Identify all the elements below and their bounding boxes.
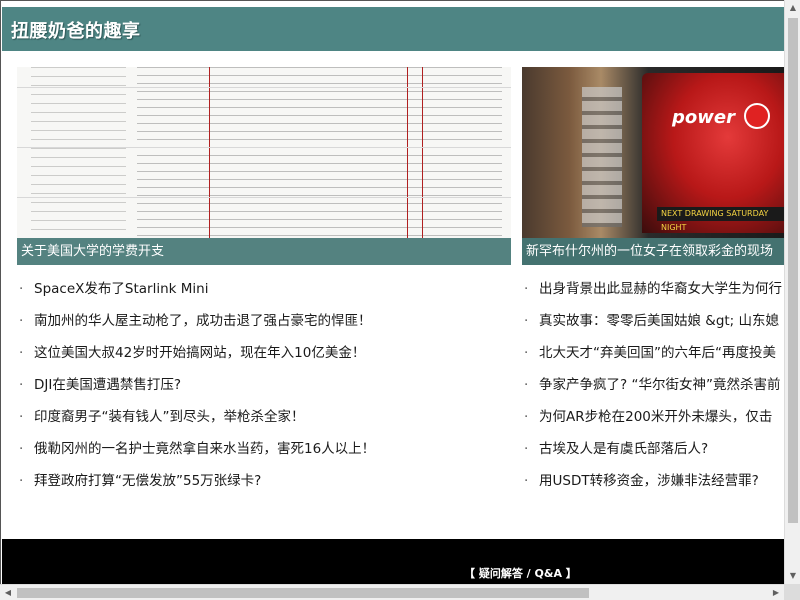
article-link[interactable]: 俄勒冈州的一名护士竟然拿自来水当药，害死16人以上！ <box>34 441 375 457</box>
bullet-icon: · <box>524 377 529 393</box>
site-header: 扭腰奶爸的趣享 <box>2 7 784 51</box>
bullet-icon: · <box>19 313 24 329</box>
list-item[interactable]: · 出身背景出此显赫的华裔女大学生为何行 <box>524 278 784 310</box>
bullet-icon: · <box>524 345 529 361</box>
faq-link[interactable]: 【 疑问解答 / Q&A 】 <box>464 565 577 581</box>
tuition-table-image <box>17 67 511 238</box>
featured-card-tuition[interactable]: 关于美国大学的学费开支 <box>17 67 511 265</box>
article-link[interactable]: SpaceX发布了Starlink Mini <box>34 281 208 297</box>
article-link[interactable]: 古埃及人是有虞氏部落后人? <box>539 441 708 457</box>
lottery-photo: power NEXT DRAWING SATURDAY NIGHT <box>522 67 784 238</box>
scroll-left-icon[interactable]: ◀ <box>0 585 16 600</box>
bullet-icon: · <box>524 281 529 297</box>
list-item[interactable]: · 南加州的华人屋主动枪了，成功击退了强占豪宅的悍匪！ <box>19 310 509 342</box>
article-link[interactable]: 出身背景出此显赫的华裔女大学生为何行 <box>539 281 782 297</box>
bullet-icon: · <box>19 441 24 457</box>
scroll-right-icon[interactable]: ▶ <box>768 585 784 600</box>
vertical-scroll-thumb[interactable] <box>788 18 798 523</box>
bullet-icon: · <box>19 377 24 393</box>
scroll-up-icon[interactable]: ▲ <box>785 0 800 16</box>
horizontal-scrollbar[interactable]: ◀ ▶ <box>0 584 784 600</box>
browser-viewport: 扭腰奶爸的趣享 关于美国大学的学费开支 power NEXT DRAWING S… <box>0 0 784 584</box>
bullet-icon: · <box>524 409 529 425</box>
drawing-banner-text: NEXT DRAWING SATURDAY NIGHT <box>657 207 784 232</box>
list-item[interactable]: · 北大天才“弃美回国”的六年后“再度投美 <box>524 342 784 374</box>
scrollbar-corner <box>784 584 800 600</box>
list-item[interactable]: · 拜登政府打算“无偿发放”55万张绿卡? <box>19 470 509 502</box>
powerball-ball-icon <box>744 103 770 129</box>
list-item[interactable]: · 为何AR步枪在200米开外未爆头，仅击 <box>524 406 784 438</box>
bullet-icon: · <box>19 473 24 489</box>
article-list-left: · SpaceX发布了Starlink Mini · 南加州的华人屋主动枪了，成功击… <box>19 278 509 502</box>
bullet-icon: · <box>524 313 529 329</box>
article-link[interactable]: 印度裔男子“装有钱人”到尽头，举枪杀全家！ <box>34 409 305 425</box>
vertical-scrollbar[interactable]: ▲ ▼ <box>784 0 800 584</box>
site-footer: 【 疑问解答 / Q&A 】 <box>2 539 784 584</box>
article-link[interactable]: 拜登政府打算“无偿发放”55万张绿卡? <box>34 473 261 489</box>
bullet-icon: · <box>19 281 24 297</box>
article-link[interactable]: 用USDT转移资金，涉嫌非法经营罪? <box>539 473 759 489</box>
list-item[interactable]: · 用USDT转移资金，涉嫌非法经营罪? <box>524 470 784 502</box>
list-item[interactable]: · 争家产争疯了? “华尔街女神”竟然杀害前 <box>524 374 784 406</box>
scroll-down-icon[interactable]: ▼ <box>785 568 800 584</box>
powerball-logo-text: power <box>672 107 735 128</box>
list-item[interactable]: · 古埃及人是有虞氏部落后人? <box>524 438 784 470</box>
featured-caption-tuition[interactable]: 关于美国大学的学费开支 <box>17 238 511 265</box>
featured-caption-lottery[interactable]: 新罕布什尔州的一位女子在领取彩金的现场 <box>522 238 784 265</box>
site-title[interactable]: 扭腰奶爸的趣享 <box>11 17 141 43</box>
article-link[interactable]: 争家产争疯了? “华尔街女神”竟然杀害前 <box>539 377 780 393</box>
list-item[interactable]: · 俄勒冈州的一名护士竟然拿自来水当药，害死16人以上！ <box>19 438 509 470</box>
bullet-icon: · <box>524 441 529 457</box>
article-list-right: · 出身背景出此显赫的华裔女大学生为何行 · 真实故事：零零后美国姑娘 &gt; 山… <box>524 278 784 502</box>
featured-card-lottery[interactable]: power NEXT DRAWING SATURDAY NIGHT 新罕布什尔州… <box>522 67 784 265</box>
list-item[interactable]: · 印度裔男子“装有钱人”到尽头，举枪杀全家！ <box>19 406 509 438</box>
article-link[interactable]: 为何AR步枪在200米开外未爆头，仅击 <box>539 409 772 425</box>
article-link[interactable]: DJI在美国遭遇禁售打压? <box>34 377 181 393</box>
list-item[interactable]: · SpaceX发布了Starlink Mini <box>19 278 509 310</box>
list-item[interactable]: · 真实故事：零零后美国姑娘 &gt; 山东媳 <box>524 310 784 342</box>
article-link[interactable]: 这位美国大叔42岁时开始搞网站，现在年入10亿美金！ <box>34 345 365 361</box>
article-link[interactable]: 南加州的华人屋主动枪了，成功击退了强占豪宅的悍匪！ <box>34 313 372 329</box>
bullet-icon: · <box>19 409 24 425</box>
list-item[interactable]: · DJI在美国遭遇禁售打压? <box>19 374 509 406</box>
article-link[interactable]: 真实故事：零零后美国姑娘 &gt; 山东媳 <box>539 313 779 329</box>
horizontal-scroll-thumb[interactable] <box>17 588 589 598</box>
list-item[interactable]: · 这位美国大叔42岁时开始搞网站，现在年入10亿美金！ <box>19 342 509 374</box>
bullet-icon: · <box>19 345 24 361</box>
bullet-icon: · <box>524 473 529 489</box>
article-link[interactable]: 北大天才“弃美回国”的六年后“再度投美 <box>539 345 776 361</box>
